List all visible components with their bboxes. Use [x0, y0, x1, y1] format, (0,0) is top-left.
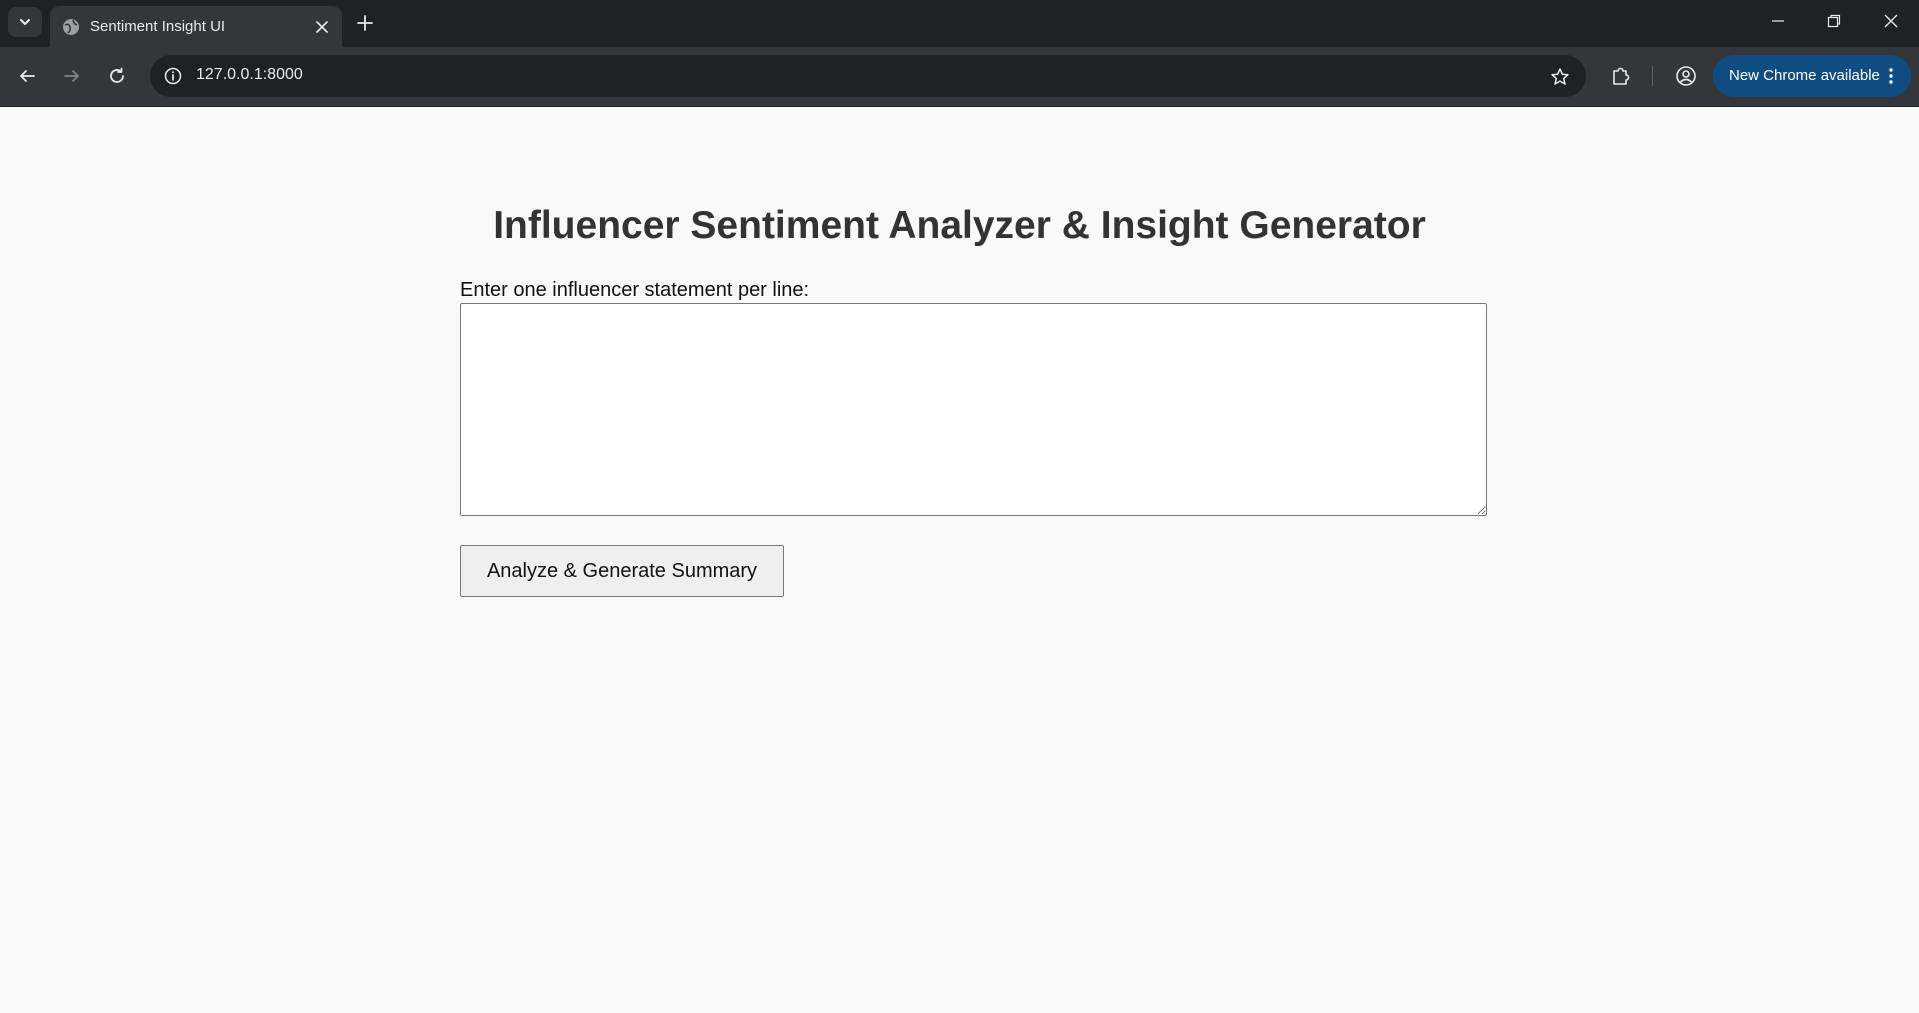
back-button[interactable]: [12, 61, 42, 91]
restore-icon: [1827, 14, 1841, 28]
minimize-icon: [1772, 20, 1784, 22]
kebab-menu-icon: [1889, 68, 1893, 84]
reload-button[interactable]: [102, 61, 132, 91]
page-title: Influencer Sentiment Analyzer & Insight …: [493, 204, 1426, 247]
site-info-button[interactable]: [162, 65, 184, 87]
forward-button[interactable]: [57, 61, 87, 91]
plus-icon: [357, 15, 373, 31]
new-chrome-available-button[interactable]: New Chrome available: [1713, 55, 1911, 97]
globe-icon: [63, 19, 79, 35]
statements-label: Enter one influencer statement per line:: [460, 279, 810, 301]
arrow-right-icon: [64, 70, 79, 82]
browser-toolbar: 127.0.0.1:8000 New Chrome available: [0, 47, 1919, 107]
tab-title: Sentiment Insight UI: [90, 18, 226, 35]
puzzle-icon: [1613, 67, 1630, 85]
chevron-down-icon: [20, 19, 30, 25]
statements-textarea[interactable]: [460, 303, 1487, 516]
toolbar-divider: [1652, 66, 1653, 86]
analyze-generate-summary-button[interactable]: Analyze & Generate Summary: [460, 545, 784, 597]
reload-icon: [110, 67, 124, 83]
update-button-label: New Chrome available: [1729, 67, 1880, 84]
close-window-button[interactable]: [1871, 8, 1911, 34]
arrow-left-icon: [20, 70, 35, 82]
close-icon: [1884, 14, 1898, 28]
browser-tab-strip: Sentiment Insight UI: [0, 0, 1919, 47]
new-tab-button[interactable]: [352, 10, 378, 36]
tab-search-button[interactable]: [8, 7, 42, 37]
minimize-button[interactable]: [1758, 8, 1798, 34]
profile-button[interactable]: [1672, 62, 1700, 90]
tab-close-button[interactable]: [312, 17, 332, 37]
restore-button[interactable]: [1814, 8, 1854, 34]
profile-icon: [1676, 66, 1696, 86]
info-icon: [164, 67, 182, 85]
more-menu-button[interactable]: [1881, 66, 1901, 86]
address-bar[interactable]: 127.0.0.1:8000: [150, 55, 1586, 97]
star-icon: [1551, 68, 1569, 85]
browser-tab-active[interactable]: Sentiment Insight UI: [50, 6, 342, 47]
extensions-button[interactable]: [1607, 62, 1635, 90]
url-text[interactable]: 127.0.0.1:8000: [196, 66, 303, 84]
bookmark-button[interactable]: [1548, 65, 1572, 89]
page-content: Influencer Sentiment Analyzer & Insight …: [0, 107, 1919, 1013]
close-icon: [316, 21, 328, 33]
